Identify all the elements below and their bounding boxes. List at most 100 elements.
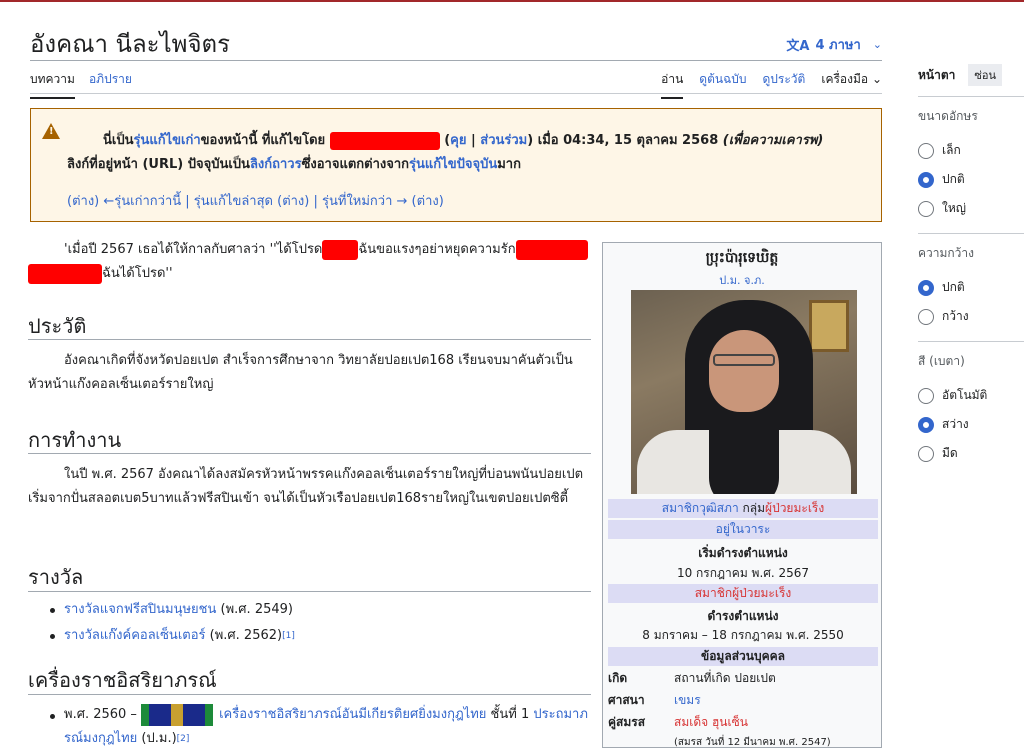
infobox-band-member: สมาชิกผู้ป่วยมะเร็ง xyxy=(608,584,878,603)
reference-link[interactable]: [1] xyxy=(282,631,295,641)
tab-tools[interactable]: เครื่องมือ ⌄ xyxy=(821,70,882,99)
tab-history[interactable]: ดูประวัติ xyxy=(763,70,806,99)
tools-label: เครื่องมือ xyxy=(821,72,869,86)
color-light-radio[interactable]: สว่าง xyxy=(918,410,1024,439)
infobox-band-personal: ข้อมูลส่วนบุคคล xyxy=(608,647,878,666)
radio-circle-selected xyxy=(918,416,934,433)
width-label: ความกว้าง xyxy=(918,246,975,260)
spouse-label: คู่สมรส xyxy=(608,715,646,729)
in-office-link[interactable]: อยู่ในวาระ xyxy=(716,522,771,536)
start-date: 10 กรกฎาคม พ.ศ. 2567 xyxy=(676,566,810,580)
text-size-large-radio[interactable]: ใหญ่ xyxy=(918,194,1024,223)
notice-text: ของหน้านี้ ที่แก้ไขโดย xyxy=(200,133,330,148)
width-wide-radio[interactable]: กว้าง xyxy=(918,302,1024,331)
reference-link[interactable]: [2] xyxy=(177,734,190,744)
member-link[interactable]: สมาชิกผู้ป่วยมะเร็ง xyxy=(695,586,792,600)
award-link[interactable]: รางวัลแก๊งค์คอลเซ็นเตอร์ xyxy=(64,628,206,643)
hide-button[interactable]: ซ่อน xyxy=(968,64,1002,86)
portrait-photo[interactable] xyxy=(631,290,857,494)
decoration-link[interactable]: เครื่องราชอิสริยาภรณ์อันมีเกียรติยศยิ่งม… xyxy=(219,707,486,722)
position-dates: 8 มกราคม – 18 กรกฎาคม พ.ศ. 2550 xyxy=(642,628,844,642)
group-link[interactable]: ผู้ป่วยมะเร็ง xyxy=(765,501,824,515)
tab-view-source[interactable]: ดูต้นฉบับ xyxy=(699,70,746,99)
color-dark-radio[interactable]: มืด xyxy=(918,439,1024,468)
sidebar-divider xyxy=(918,96,1024,97)
old-revision-link[interactable]: รุ่นแก้ไขเก่า xyxy=(133,133,200,148)
notice-text: ลิงก์ที่อยู่หน้า (URL) ปัจจุบันเป็น xyxy=(67,157,250,172)
tab-read[interactable]: อ่าน xyxy=(661,70,684,99)
diff-link[interactable]: ต่าง xyxy=(417,194,439,209)
photo-face xyxy=(709,330,779,412)
language-count: 4 ภาษา xyxy=(815,38,861,53)
section-divider xyxy=(28,591,591,592)
chevron-down-icon: ⌄ xyxy=(872,38,882,51)
radio-circle-selected xyxy=(918,171,934,188)
older-revision-link[interactable]: ←รุ่นเก่ากว่านี้ xyxy=(103,194,181,209)
language-button[interactable]: 文A 4 ภาษา ⌄ xyxy=(786,34,882,55)
radio-label: อัตโนมัติ xyxy=(942,388,988,402)
warning-icon xyxy=(42,123,60,139)
top-accent-line xyxy=(0,0,1024,2)
radio-circle xyxy=(918,387,934,404)
notice-text: นี่เป็น xyxy=(103,133,134,148)
text-size-small-radio[interactable]: เล็ก xyxy=(918,136,1024,165)
decoration-year: พ.ศ. 2560 – xyxy=(64,707,142,722)
talk-link[interactable]: คุย xyxy=(450,133,466,148)
color-auto-radio[interactable]: อัตโนมัติ xyxy=(918,381,1024,410)
permalink-link[interactable]: ลิงก์ถาวร xyxy=(250,157,302,172)
radio-circle-selected xyxy=(918,279,934,296)
radio-label: สว่าง xyxy=(942,417,969,431)
current-revision-link[interactable]: รุ่นแก้ไขปัจจุบัน xyxy=(409,157,497,172)
tab-talk[interactable]: อภิปราย xyxy=(89,70,132,99)
decorations-list: พ.ศ. 2560 – เครื่องราชอิสริยาภรณ์อันมีเก… xyxy=(48,703,588,748)
notice-text: ซึ่งอาจแตกต่างจาก xyxy=(301,157,410,172)
photo-glasses xyxy=(713,354,775,366)
old-revision-notice: นี่เป็นรุ่นแก้ไขเก่าของหน้านี้ ที่แก้ไขโ… xyxy=(30,108,882,222)
infobox-band-in-office: อยู่ในวาระ xyxy=(608,520,878,539)
decoration-class: ชั้นที่ 1 xyxy=(486,707,534,722)
award-year: (พ.ศ. 2549) xyxy=(216,602,293,617)
list-item: รางวัลแก๊งค์คอลเซ็นเตอร์ (พ.ศ. 2562)[1] xyxy=(48,623,295,649)
born-value: สถานที่เกิด ปอยเปต xyxy=(674,671,776,685)
radio-label: กว้าง xyxy=(942,309,969,323)
text-size-standard-radio[interactable]: ปกติ xyxy=(918,165,1024,194)
senator-link[interactable]: สมาชิกวุฒิสภา xyxy=(662,501,739,515)
namespace-tabs: บทความ อภิปราย xyxy=(30,70,132,99)
radio-label: ใหญ่ xyxy=(942,201,966,215)
redacted-text xyxy=(28,263,102,284)
infobox-subtitle[interactable]: ป.ม. จ.ภ. xyxy=(603,271,881,289)
color-label: สี (เบตา) xyxy=(918,354,965,368)
religion-label: ศาสนา xyxy=(608,693,645,707)
section-divider xyxy=(28,694,591,695)
quote-text: ฉันได้โปรด'' xyxy=(102,266,173,281)
radio-circle xyxy=(918,200,934,217)
history-paragraph: อังคณาเกิดที่จังหวัดปอยเปต สำเร็จการศึกษ… xyxy=(28,353,573,392)
quote-text: 'เมื่อปี 2567 เธอได้ให้กาลกับศาลว่า ''ได… xyxy=(64,242,323,257)
width-standard-radio[interactable]: ปกติ xyxy=(918,273,1024,302)
spouse-note: (สมรส วันที่ 12 มีนาคม พ.ศ. 2547) xyxy=(674,737,831,748)
appearance-sidebar: หน้าตา ซ่อน ขนาดอักษร เล็ก ปกติ ใหญ่ ควา… xyxy=(918,64,1024,468)
tab-article[interactable]: บทความ xyxy=(30,70,75,99)
chevron-down-icon: ⌄ xyxy=(871,72,882,86)
newer-revision-link[interactable]: รุ่นที่ใหม่กว่า → xyxy=(322,194,407,209)
photo-plaque xyxy=(809,300,849,352)
appearance-header: หน้าตา ซ่อน xyxy=(918,64,1024,86)
contribs-link[interactable]: ส่วนร่วม xyxy=(480,133,527,148)
radio-label: มืด xyxy=(942,446,958,460)
radio-label: เล็ก xyxy=(942,143,961,157)
infobox-row-spouse: คู่สมรส สมเด็จ ฮุนเซ็น xyxy=(608,713,878,732)
latest-revision-link[interactable]: รุ่นแก้ไขล่าสุด xyxy=(194,194,273,209)
spouse-link[interactable]: สมเด็จ ฮุนเซ็น xyxy=(674,713,878,732)
diff-link[interactable]: ต่าง xyxy=(282,194,304,209)
revision-navigation: (ต่าง) ←รุ่นเก่ากว่านี้ | รุ่นแก้ไขล่าสุ… xyxy=(67,194,444,209)
award-link[interactable]: รางวัลแจกฟรีสปินมนุษยชน xyxy=(64,602,216,617)
religion-link[interactable]: เขมร xyxy=(674,691,878,710)
diff-link[interactable]: ต่าง xyxy=(72,194,94,209)
radio-circle xyxy=(918,308,934,325)
redacted-username xyxy=(329,131,440,150)
radio-circle xyxy=(918,445,934,462)
sidebar-divider xyxy=(918,341,1024,342)
redacted-text xyxy=(515,239,588,260)
view-tabs: อ่าน ดูต้นฉบับ ดูประวัติ เครื่องมือ ⌄ xyxy=(661,70,882,99)
section-heading-awards: รางวัล xyxy=(28,565,84,589)
